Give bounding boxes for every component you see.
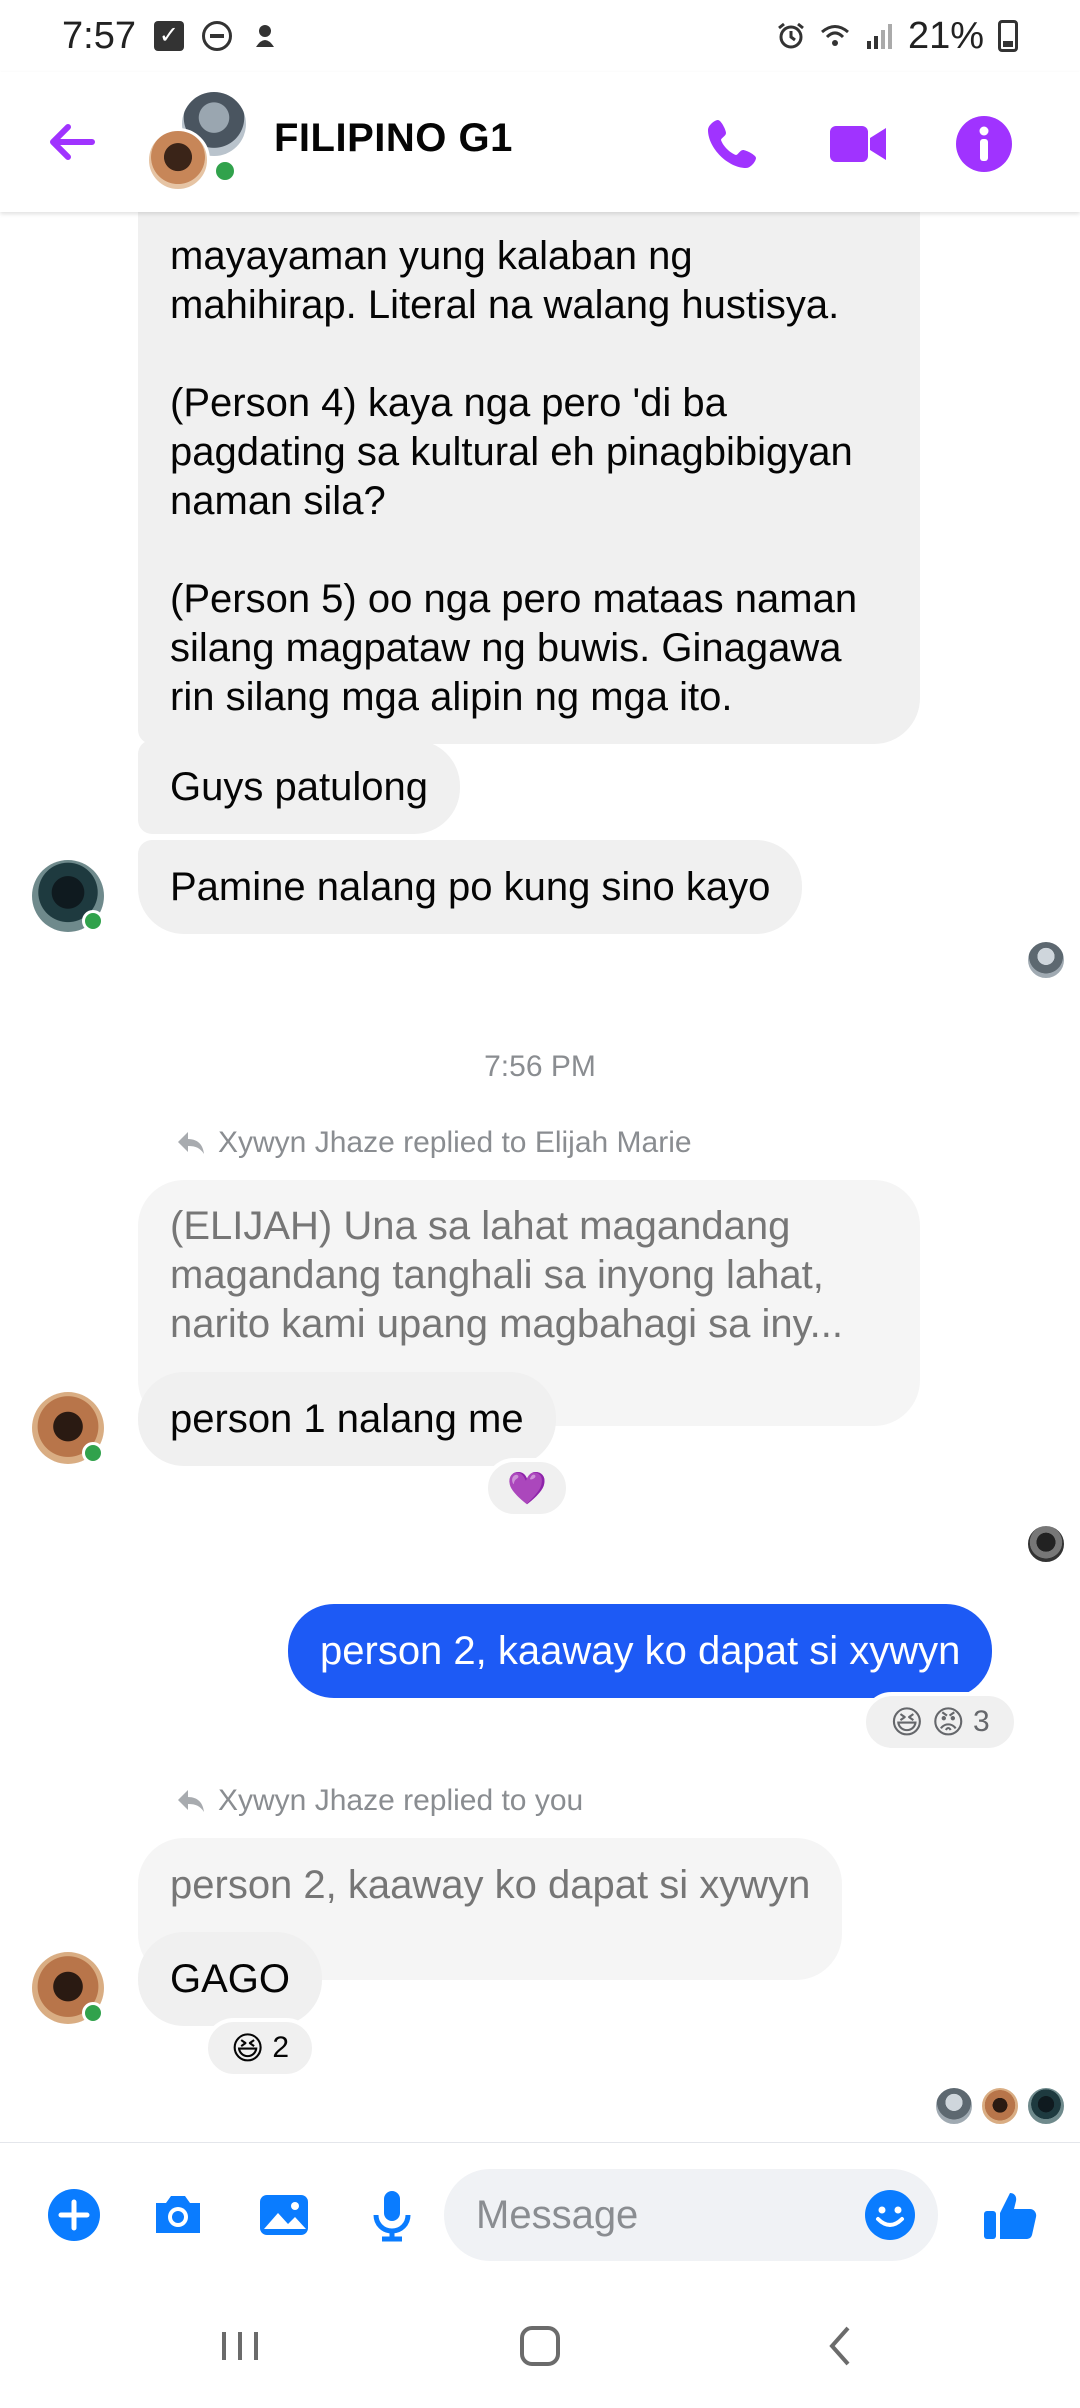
video-call-icon[interactable] [826, 112, 890, 176]
status-time: 7:57 [62, 14, 136, 57]
reaction-count: 3 [973, 1705, 990, 1738]
message-line: rin silang mga alipin ng mga ito. [170, 675, 733, 719]
laughing-emoji: 😆 [230, 2029, 265, 2067]
message-timestamp: 7:56 PM [484, 1050, 596, 1083]
chat-header: FILIPINO G1 [0, 72, 1080, 212]
add-icon[interactable] [44, 2185, 104, 2245]
group-member-avatar [146, 128, 210, 192]
like-icon[interactable] [980, 2185, 1040, 2245]
seen-avatar [1026, 1524, 1066, 1564]
quote-line: (ELIJAH) Una sa lahat magandang [170, 1204, 791, 1248]
online-indicator [82, 910, 104, 932]
laughing-emoji: 😆 [890, 1703, 924, 1741]
message-line [170, 330, 888, 379]
back-icon[interactable] [812, 2316, 872, 2376]
my-message-bubble[interactable]: person 2, kaaway ko dapat si xywyn [288, 1604, 993, 1698]
message-bubble[interactable]: GAGO [138, 1932, 323, 2026]
message-list[interactable]: ginagamitan ng pagmite tare na pag mayay… [0, 212, 1080, 2142]
phone-icon[interactable] [700, 112, 764, 176]
microphone-icon[interactable] [362, 2185, 422, 2245]
reply-label-text: Xywyn Jhaze replied to Elijah Marie [218, 1126, 692, 1159]
reaction-count: 2 [272, 2031, 290, 2064]
reaction-badge[interactable]: 😆 😡 3 [862, 1692, 1018, 1752]
quote-line: magandang tanghali sa inyong lahat, [170, 1253, 824, 1297]
reply-label: Xywyn Jhaze replied to you [176, 1784, 583, 1818]
home-icon[interactable] [510, 2316, 570, 2376]
reply-arrow-icon [178, 1132, 204, 1154]
message-line: mayayaman yung kalaban ng [170, 234, 693, 278]
online-indicator [82, 1442, 104, 1464]
system-nav-bar [0, 2286, 1080, 2408]
seen-avatar [1026, 940, 1066, 980]
camera-icon[interactable] [148, 2185, 208, 2245]
battery-icon [998, 20, 1018, 52]
message-bubble[interactable]: Pamine nalang po kung sino kayo [138, 840, 803, 934]
message-line: silang magpataw ng buwis. Ginagawa [170, 626, 842, 670]
signal-icon [866, 24, 892, 49]
reply-label: Xywyn Jhaze replied to Elijah Marie [176, 1126, 692, 1160]
reply-arrow-icon [178, 1790, 204, 1812]
status-bar: 7:57 ✓ 21% [0, 0, 1080, 72]
message-line: (Person 4) kaya nga pero 'di ba [170, 381, 727, 425]
info-icon[interactable] [952, 112, 1016, 176]
online-indicator [212, 158, 238, 184]
purple-heart-emoji: 💜 [507, 1469, 547, 1507]
message-bubble[interactable]: person 1 nalang me [138, 1372, 556, 1466]
seen-avatar [1026, 2086, 1066, 2126]
group-avatar[interactable] [146, 92, 246, 192]
checkbox-notification-icon: ✓ [153, 21, 184, 51]
alarm-icon [778, 22, 804, 49]
gallery-icon[interactable] [254, 2185, 314, 2245]
message-line: pagdating sa kultural eh pinagbibigyan [170, 430, 853, 474]
recent-apps-icon[interactable] [210, 2316, 270, 2376]
message-bubble[interactable]: Guys patulong [138, 740, 460, 834]
seen-avatar [980, 2086, 1020, 2126]
online-indicator [82, 2002, 104, 2024]
angry-emoji: 😡 [931, 1703, 966, 1741]
seen-avatar [934, 2086, 974, 2126]
message-line: mahihirap. Literal na walang hustisya. [170, 283, 840, 327]
message-bubble[interactable]: ginagamitan ng pagmite tare na pag mayay… [138, 212, 920, 744]
reaction-badge[interactable]: 💜 [484, 1458, 570, 1518]
quote-line: narito kami upang magbahagi sa iny... [170, 1302, 843, 1346]
notification-app-icon [255, 25, 274, 47]
reply-label-text: Xywyn Jhaze replied to you [218, 1784, 584, 1817]
chat-title[interactable]: FILIPINO G1 [274, 116, 513, 161]
message-line: naman sila? [170, 479, 386, 523]
emoji-icon[interactable] [860, 2185, 920, 2245]
reaction-badge[interactable]: 😆 2 [204, 2018, 316, 2078]
wifi-icon [820, 25, 849, 46]
composer-bar [0, 2142, 1080, 2286]
message-line [170, 526, 888, 575]
back-arrow-icon[interactable] [42, 112, 102, 172]
battery-percent: 21% [907, 14, 984, 57]
do-not-disturb-icon [201, 21, 232, 51]
message-line: (Person 5) oo nga pero mataas naman [170, 577, 858, 621]
